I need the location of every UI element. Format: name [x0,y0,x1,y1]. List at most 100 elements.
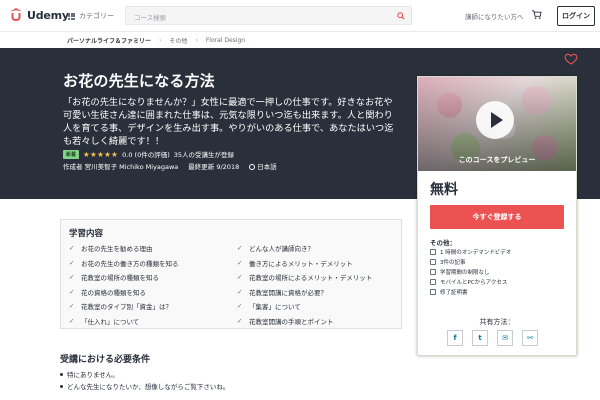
learn-item: ✓ 花教室の場所によるメリット・デメリット [237,270,395,285]
course-language: 日本語 [249,161,277,171]
requirements-title: 受講における必要条件 [60,355,151,365]
learn-item: ✓ 花教室開講に資格が必要？ [237,285,395,300]
check-icon: ✓ [69,244,75,253]
includes-item: 1 時間のオンデマンドビデオ [430,247,570,257]
learn-item-text: 花の資格の種類を知る [81,288,146,297]
rating-row: 新着 ★★★★★ 0.0 (0件の評価) 35人の受講生が登録 [63,149,234,159]
bullet-icon [60,384,63,388]
category-label: カテゴリー [79,12,114,20]
breadcrumb: パーソナルライフ＆ファミリー › その他 › Floral Design [0,32,600,48]
play-icon[interactable] [476,101,514,139]
learn-item-text: 花教室開講に資格が必要？ [249,288,327,297]
includes-list: 1 時間のオンデマンドビデオ 3件の記事 学習期間の制限なし モバイルとPCから… [430,247,570,297]
star-rating-icon: ★★★★★ [83,149,119,159]
learn-item: ✓ 花教室開講の手順とポイント [237,314,395,329]
requirement-item: 特にありません。 [60,368,229,380]
check-icon: ✓ [237,258,243,267]
search-placeholder: コース検索 [134,14,167,22]
login-button[interactable]: ログイン [557,6,595,26]
includes-item-text: 学習期間の制限なし [440,270,490,276]
heart-icon[interactable] [564,53,578,65]
course-price: 無料 [430,182,458,198]
course-title: お花の先生になる方法 [63,72,216,90]
learn-item-text: 花教室の場所の種類を知る [81,274,159,283]
breadcrumb-item-topic[interactable]: Floral Design [206,37,245,44]
requirement-text: どんな先生になりたいか、想像しながらご覧下さいね。 [67,383,230,391]
includes-item-text: 修了証明書 [440,290,468,296]
check-icon: ✓ [237,244,243,253]
learn-item-text: 花教室のタイプ別「資金」は？ [81,303,172,312]
includes-item-text: 1 時間のオンデマンドビデオ [440,250,512,256]
udemy-logo-icon [10,8,22,21]
share-title: 共有方法： [479,318,515,326]
learn-item: ✓ 花教室のタイプ別「資金」は？ [69,299,237,314]
speech-bubble-icon [249,164,256,170]
purchase-card: このコースをプレビュー 無料 今すぐ登録する その他： 1 時間のオンデマンドビ… [417,76,577,356]
rating-text: 0.0 (0件の評価) [122,151,170,159]
student-count: 35人の受講生が登録 [173,151,235,159]
learn-item-text: 「仕入れ」について [81,317,140,326]
top-navbar: Udemy カテゴリー コース検索 講師になりたい方へ ログイン [0,0,600,32]
mobile-icon [430,279,436,285]
preview-label: このコースをプレビュー [458,156,536,164]
learn-item: ✓ どんな人が講師向き？ [237,241,395,256]
copy-link-button[interactable]: ⚯ [522,330,538,346]
learn-item: ✓ 花教室の場所の種類を知る [69,270,237,285]
learn-item-text: お花の先生の働き方の種類を知る [81,259,179,268]
breadcrumb-item-category[interactable]: パーソナルライフ＆ファミリー [67,36,151,45]
twitter-share-button[interactable]: t [472,330,488,346]
chevron-right-icon: › [195,36,198,44]
bullet-icon [60,372,63,376]
includes-item: 3件の記事 [430,257,570,267]
search-icon[interactable] [397,12,405,20]
language-label: 日本語 [257,163,277,171]
learn-item: ✓ お花の先生の働き方の種類を知る [69,256,237,271]
instructor-link[interactable]: 講師になりたい方へ [465,11,524,21]
course-meta: 作成者 宮川美智子 Michiko Miyagawa 最終更新 9/2018 日… [63,161,277,171]
enroll-button[interactable]: 今すぐ登録する [430,205,564,229]
brand-name: Udemy [27,8,69,22]
requirement-item: どんな先生になりたいか、想像しながらご覧下さいね。 [60,380,229,392]
certificate-icon [430,289,436,295]
requirements-list: 特にありません。 どんな先生になりたいか、想像しながらご覧下さいね。 [60,368,229,392]
check-icon: ✓ [237,273,243,282]
course-subtitle: 「お花の先生になりませんか？」女性に最適で一押しの仕事です。好きなお花や可愛い生… [63,97,394,147]
check-icon: ✓ [237,302,243,311]
new-badge: 新着 [63,149,80,159]
what-you-will-learn: 学習内容 ✓ お花の先生を勧める理由 ✓ どんな人が講師向き？ ✓ お花の先生の働き方… [60,219,402,329]
check-icon: ✓ [69,258,75,267]
course-preview[interactable]: このコースをプレビュー [418,77,576,171]
includes-item-text: モバイルとPCからアクセス [440,280,508,286]
cart-icon[interactable] [531,9,542,20]
check-icon: ✓ [69,302,75,311]
facebook-share-button[interactable]: f [447,330,463,346]
check-icon: ✓ [69,273,75,282]
learn-item: ✓ 花の資格の種類を知る [69,285,237,300]
search-input[interactable]: コース検索 [125,6,412,25]
learn-item-text: どんな人が講師向き？ [249,245,314,254]
udemy-logo[interactable]: Udemy [8,7,69,23]
author-name[interactable]: 作成者 宮川美智子 Michiko Miyagawa [63,161,178,171]
check-icon: ✓ [69,287,75,296]
breadcrumb-item-subcategory[interactable]: その他 [169,36,187,45]
chevron-right-icon: › [159,36,162,44]
includes-title: その他： [430,239,456,247]
learn-item: ✓ 「集客」について [237,299,395,314]
learn-item: ✓ 「仕入れ」について [69,314,237,329]
learn-item: ✓ 働き方によるメリット・デメリット [237,256,395,271]
email-share-button[interactable]: ✉ [497,330,513,346]
share-buttons: f t ✉ ⚯ [447,330,538,346]
grid-icon [68,12,75,20]
includes-item-text: 3件の記事 [440,260,466,266]
includes-item: モバイルとPCからアクセス [430,277,570,287]
article-icon [430,259,436,265]
infinity-icon [430,269,436,275]
check-icon: ✓ [237,316,243,325]
check-icon: ✓ [69,316,75,325]
learn-grid: ✓ お花の先生を勧める理由 ✓ どんな人が講師向き？ ✓ お花の先生の働き方の種類を知… [69,241,395,328]
includes-item: 修了証明書 [430,287,570,297]
category-menu[interactable]: カテゴリー [68,11,114,21]
requirement-text: 特にありません。 [67,371,119,379]
includes-item: 学習期間の制限なし [430,267,570,277]
learn-item-text: 花教室の場所によるメリット・デメリット [249,274,373,283]
